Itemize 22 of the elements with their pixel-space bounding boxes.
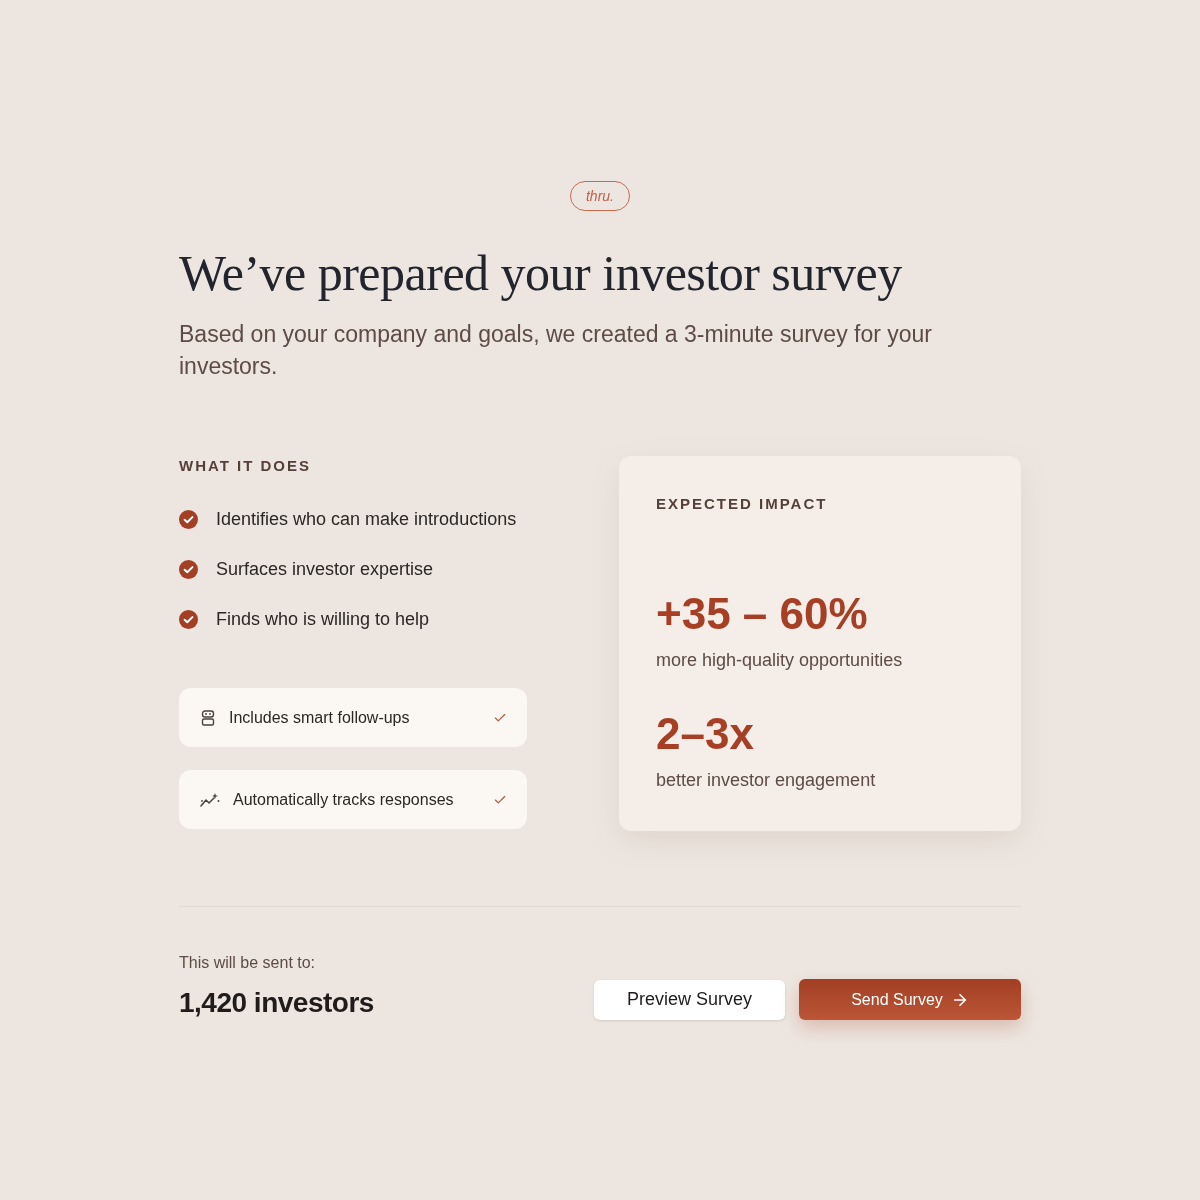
- benefit-text: Surfaces investor expertise: [216, 558, 434, 581]
- recipients-count: 1,420 investors: [179, 986, 374, 1020]
- check-circle-icon: [179, 609, 198, 629]
- feature-label: Includes smart follow-ups: [229, 707, 411, 728]
- page-title: We’ve prepared your investor survey: [179, 244, 903, 302]
- section-heading: WHAT IT DOES: [179, 456, 313, 476]
- feature-label: Automatically tracks responses: [233, 789, 455, 810]
- benefit-text: Identifies who can make introductions: [216, 508, 517, 531]
- check-circle-icon: [179, 559, 198, 579]
- page-subtitle: Based on your company and goals, we created a 3-minute survey for your investors.: [179, 320, 933, 381]
- recipients-label: This will be sent to:: [179, 953, 317, 973]
- stat-value: 2–3x: [656, 710, 755, 758]
- robot-icon: [200, 709, 216, 726]
- stat-caption: better investor engagement: [656, 769, 877, 792]
- check-circle-icon: [179, 509, 198, 529]
- benefit-text: Finds who is willing to help: [216, 608, 430, 631]
- sparkle-trend-icon: [200, 791, 220, 808]
- send-survey-button[interactable]: Send Survey: [799, 979, 1021, 1020]
- preview-survey-button[interactable]: Preview Survey: [594, 979, 785, 1020]
- section-heading: EXPECTED IMPACT: [656, 494, 829, 514]
- stat-value: +35 – 60%: [656, 590, 869, 638]
- stat-caption: more high-quality opportunities: [656, 649, 904, 672]
